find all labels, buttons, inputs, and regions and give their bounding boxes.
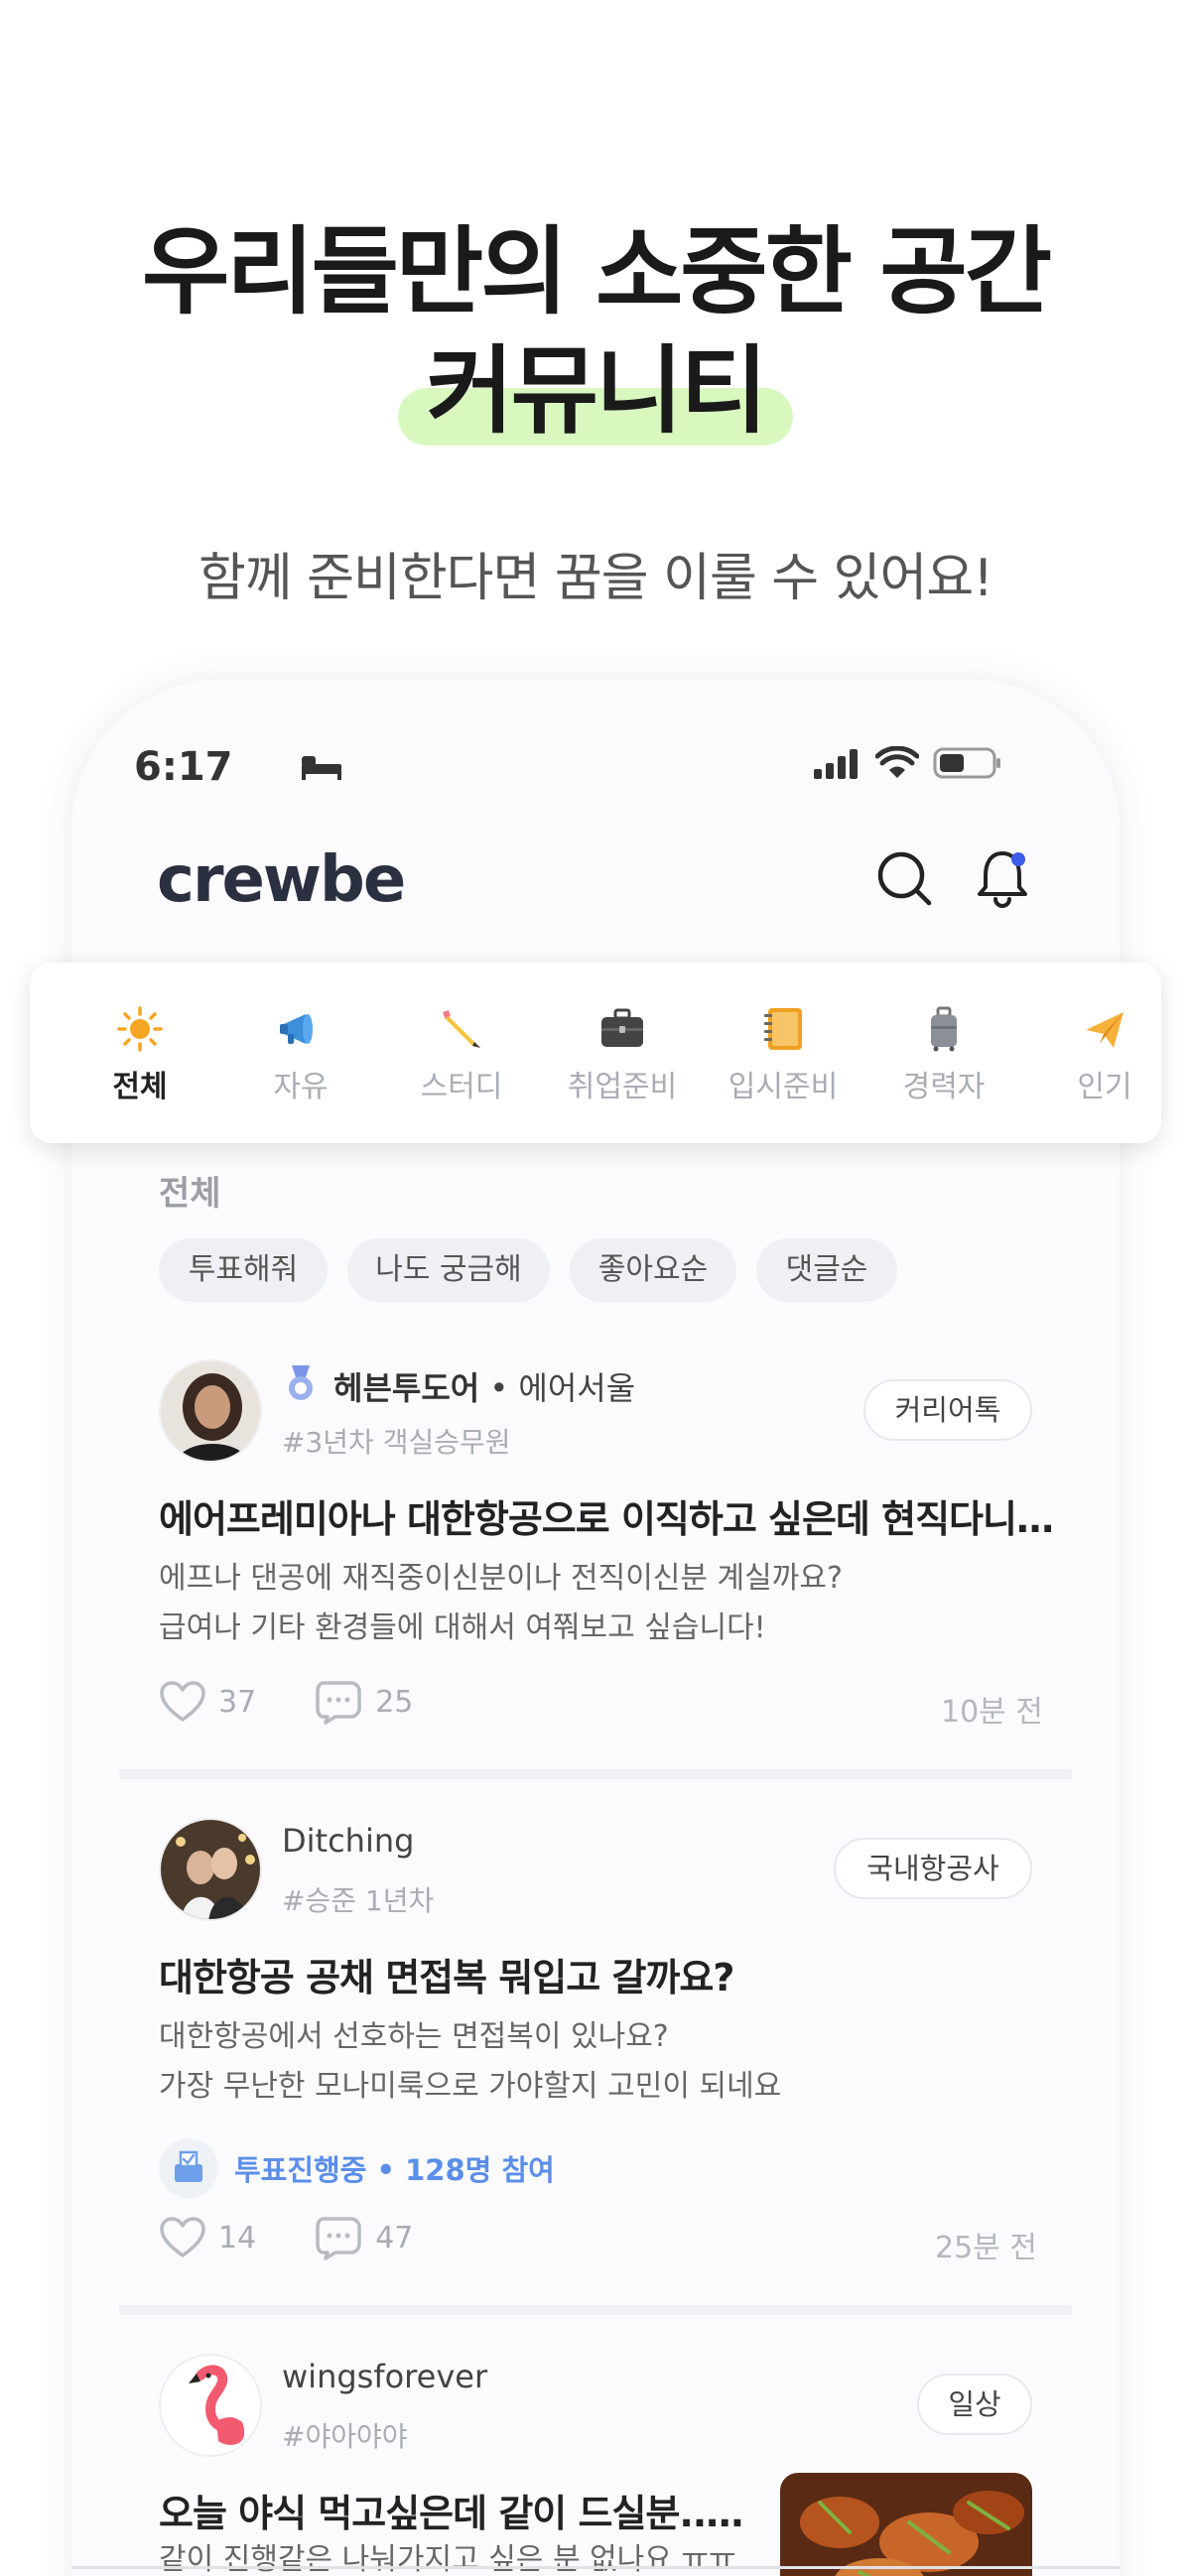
like-count: 14 (218, 2220, 257, 2255)
post-category-tag[interactable]: 일상 (917, 2374, 1032, 2435)
filter-chip-curious[interactable]: 나도 궁금해 (347, 1238, 550, 1302)
pencil-icon (443, 1010, 480, 1048)
category-bar: 전체 자유 스터디 취업준비 입시준비 경력자 인기 (30, 963, 1161, 1143)
avatar[interactable] (159, 2354, 262, 2457)
sleep-mode-icon (302, 756, 341, 780)
category-label: 입시준비 (728, 1070, 839, 1104)
search-icon[interactable] (875, 849, 935, 909)
hero-title-line1: 우리들만의 소중한 공간 (141, 216, 1052, 327)
post-time: 25분 전 (935, 2231, 1037, 2265)
hero-title-line2-wrap: 커뮤니티 (398, 332, 793, 450)
post-time: 10분 전 (941, 1695, 1043, 1730)
post-body-line: 대한항공에서 선호하는 면접복이 있나요? (159, 2019, 669, 2054)
heart-icon[interactable] (159, 1680, 206, 1724)
post-meta: 37 25 (159, 1679, 413, 1725)
bottom-edge (71, 2566, 1120, 2569)
post-category-tag[interactable]: 커리어톡 (863, 1379, 1032, 1441)
comment-icon[interactable] (316, 2215, 363, 2260)
avatar[interactable] (159, 1359, 262, 1463)
post-body-line: 같이 진행같은 나눠가지고 싶은 분 없나요 ㅠㅠ (159, 2542, 736, 2576)
comment-count: 25 (375, 1684, 414, 1720)
author-name[interactable]: 헤븐투도어 (333, 1369, 479, 1407)
luggage-icon (931, 1006, 957, 1052)
post-thumbnail[interactable] (780, 2473, 1032, 2576)
status-icons (814, 746, 1002, 780)
author-affiliation: • 에어서울 (489, 1369, 636, 1407)
category-label: 취업준비 (567, 1070, 678, 1104)
like-count: 37 (218, 1684, 257, 1720)
post-divider (119, 1769, 1072, 1779)
author-tag: #승준 1년차 (282, 1884, 435, 1917)
battery-icon (933, 747, 1000, 779)
post-title[interactable]: 에어프레미아나 대한항공으로 이직하고 싶은데 현직다니… (159, 1488, 1054, 1543)
wifi-icon (875, 746, 919, 778)
author-tag: #야아야야 (282, 2420, 408, 2453)
author-tag: #3년차 객실승무원 (282, 1426, 511, 1459)
category-label: 인기 (1077, 1070, 1132, 1104)
filter-chip-comments[interactable]: 댓글순 (756, 1238, 897, 1302)
status-time: 6:17 (134, 744, 233, 790)
category-label: 전체 (112, 1070, 168, 1104)
medal-icon (289, 1365, 313, 1400)
post-meta: 14 47 (159, 2215, 413, 2260)
paper-plane-icon (1086, 1012, 1124, 1048)
vote-status[interactable]: 투표진행중 • 128명 참여 (159, 2138, 555, 2198)
category-label: 스터디 (420, 1070, 503, 1104)
comment-count: 47 (375, 2220, 414, 2255)
filter-chip-vote[interactable]: 투표해줘 (159, 1238, 328, 1302)
category-job-prep[interactable]: 취업준비 (553, 963, 692, 1143)
notebook-icon (764, 1008, 802, 1050)
comment-icon[interactable] (316, 1679, 363, 1725)
app-logo[interactable]: crewbe (157, 843, 406, 917)
vote-status-text: 투표진행중 • 128명 참여 (234, 2153, 555, 2187)
filter-chip-likes[interactable]: 좋아요순 (570, 1238, 736, 1302)
avatar[interactable] (159, 1818, 262, 1921)
heart-icon[interactable] (159, 2216, 206, 2259)
category-study[interactable]: 스터디 (392, 963, 531, 1143)
bell-icon[interactable] (973, 845, 1032, 909)
sun-icon (117, 1006, 163, 1052)
category-all[interactable]: 전체 (70, 963, 209, 1143)
megaphone-icon (280, 1014, 313, 1044)
post-body-line: 급여나 기타 환경들에 대해서 여쭤보고 싶습니다! (159, 1610, 766, 1645)
author-name[interactable]: wingsforever (282, 2358, 487, 2395)
briefcase-icon (601, 1008, 643, 1047)
post-divider (119, 2305, 1072, 2315)
author-name[interactable]: Ditching (282, 1822, 414, 1860)
category-free[interactable]: 자유 (231, 963, 370, 1143)
post-category-tag[interactable]: 국내항공사 (834, 1838, 1032, 1899)
signal-icon (814, 749, 858, 779)
category-label: 경력자 (902, 1070, 986, 1104)
post-body-line: 에프나 댄공에 재직중이신분이나 전직이신분 계실까요? (159, 1561, 843, 1596)
post-author: 헤븐투도어 • 에어서울 (333, 1363, 635, 1409)
category-popular[interactable]: 인기 (1035, 963, 1174, 1143)
post-author: wingsforever (282, 2358, 487, 2395)
post-author: Ditching (282, 1822, 414, 1860)
category-entrance-prep[interactable]: 입시준비 (714, 963, 853, 1143)
category-label: 자유 (273, 1070, 329, 1104)
ballot-box-icon (159, 2138, 218, 2198)
post-title[interactable]: 대한항공 공채 면접복 뭐입고 갈까요? (159, 1947, 734, 2001)
category-experienced[interactable]: 경력자 (874, 963, 1013, 1143)
post-body-line: 가장 무난한 모나미룩으로 가야할지 고민이 되네요 (159, 2069, 782, 2104)
hero-title-line2: 커뮤니티 (426, 335, 767, 447)
post-title[interactable]: 오늘 야식 먹고싶은데 같이 드실분..… (159, 2483, 743, 2537)
section-label: 전체 (159, 1174, 221, 1214)
hero-subtitle: 함께 준비한다면 꿈을 이룰 수 있어요! (198, 549, 993, 608)
